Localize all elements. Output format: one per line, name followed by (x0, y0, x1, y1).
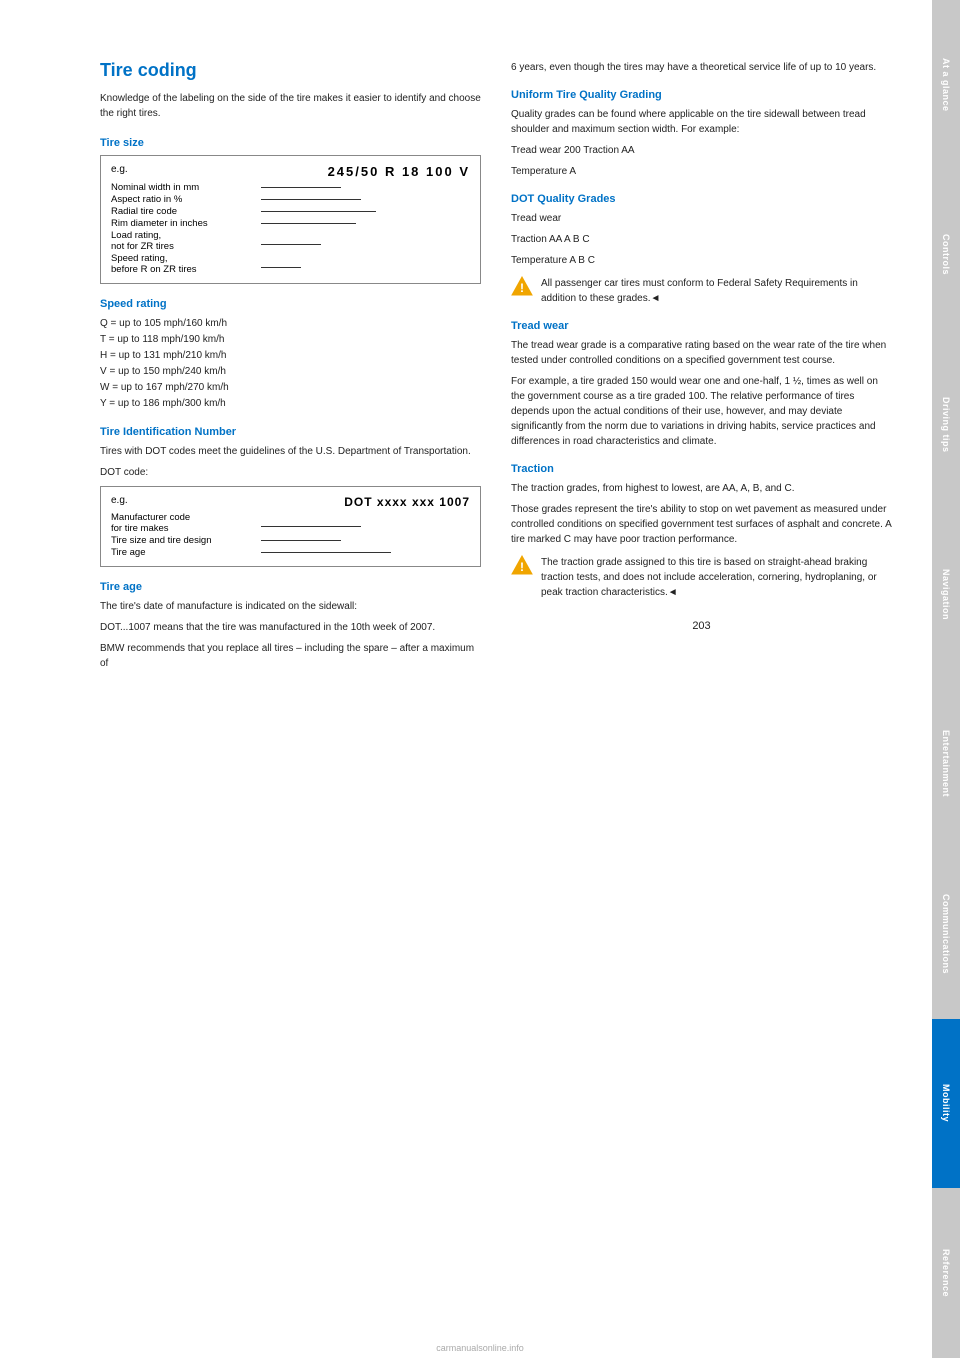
warning-icon-1: ! (511, 276, 533, 296)
dot-diagram: e.g. DOT xxxx xxx 1007 Manufacturer code… (100, 486, 481, 567)
uniform-example1: Tread wear 200 Traction AA (511, 143, 892, 158)
speed-row-h: H = up to 131 mph/210 km/h (100, 348, 481, 364)
speed-row-y: Y = up to 186 mph/300 km/h (100, 396, 481, 412)
ts-item-3: Radial tire code (111, 206, 470, 217)
ts-item-6: Speed rating,before R on ZR tires (111, 253, 470, 275)
dot-item-2: Tire size and tire design (111, 535, 470, 546)
watermark: carmanualsonline.info (436, 1343, 524, 1353)
sidebar-tab-at-a-glance[interactable]: At a glance (932, 0, 960, 170)
tire-age-text2: DOT...1007 means that the tire was manuf… (100, 620, 481, 635)
tread-wear-text1: The tread wear grade is a comparative ra… (511, 338, 892, 368)
ts-label-2: Aspect ratio in % (111, 194, 261, 205)
page-title: Tire coding (100, 60, 481, 81)
continuation-text: 6 years, even though the tires may have … (511, 60, 892, 75)
left-column: Tire coding Knowledge of the labeling on… (100, 60, 481, 1318)
ts-item-2: Aspect ratio in % (111, 194, 470, 205)
sidebar-tab-driving-tips[interactable]: Driving tips (932, 340, 960, 510)
tire-eg-value: 245/50 R 18 100 V (328, 164, 470, 179)
sidebar-tab-navigation[interactable]: Navigation (932, 509, 960, 679)
traction-text1: The traction grades, from highest to low… (511, 481, 892, 496)
dot-label-1: Manufacturer codefor tire makes (111, 512, 261, 534)
traction-heading: Traction (511, 463, 892, 475)
page-number: 203 (511, 620, 892, 642)
ts-label-6: Speed rating,before R on ZR tires (111, 253, 261, 275)
sidebar-tab-communications[interactable]: Communications (932, 849, 960, 1019)
dot-items: Manufacturer codefor tire makes Tire siz… (111, 512, 470, 558)
sidebar-tab-mobility[interactable]: Mobility (932, 1019, 960, 1189)
dot-quality-line3: Temperature A B C (511, 253, 892, 268)
speed-row-v: V = up to 150 mph/240 km/h (100, 364, 481, 380)
warning-box-1: ! All passenger car tires must conform t… (511, 276, 892, 306)
sidebar-tab-reference[interactable]: Reference (932, 1188, 960, 1358)
tire-size-diagram: e.g. 245/50 R 18 100 V Nominal width in … (100, 155, 481, 284)
uniform-grade-text: Quality grades can be found where applic… (511, 107, 892, 137)
ts-item-1: Nominal width in mm (111, 182, 470, 193)
ts-label-1: Nominal width in mm (111, 182, 261, 193)
ts-label-4: Rim diameter in inches (111, 218, 261, 229)
warning-box-2: ! The traction grade assigned to this ti… (511, 555, 892, 600)
svg-text:!: ! (520, 560, 524, 574)
tire-id-intro: Tires with DOT codes meet the guidelines… (100, 444, 481, 459)
sidebar: At a glance Controls Driving tips Naviga… (932, 0, 960, 1358)
dot-eg-value: DOT xxxx xxx 1007 (344, 495, 470, 509)
svg-text:!: ! (520, 281, 524, 295)
warning-icon-2: ! (511, 555, 533, 575)
ts-item-5: Load rating,not for ZR tires (111, 230, 470, 252)
dot-item-1: Manufacturer codefor tire makes (111, 512, 470, 534)
warning-text-1: All passenger car tires must conform to … (541, 276, 892, 306)
sidebar-tab-entertainment[interactable]: Entertainment (932, 679, 960, 849)
tire-size-items: Nominal width in mm Aspect ratio in % Ra… (111, 182, 470, 275)
speed-row-w: W = up to 167 mph/270 km/h (100, 380, 481, 396)
tire-age-heading: Tire age (100, 581, 481, 593)
dot-label-2: Tire size and tire design (111, 535, 261, 546)
uniform-grade-heading: Uniform Tire Quality Grading (511, 89, 892, 101)
dot-quality-line2: Traction AA A B C (511, 232, 892, 247)
intro-text: Knowledge of the labeling on the side of… (100, 91, 481, 121)
speed-row-q: Q = up to 105 mph/160 km/h (100, 316, 481, 332)
ts-item-4: Rim diameter in inches (111, 218, 470, 229)
sidebar-tab-controls[interactable]: Controls (932, 170, 960, 340)
tread-wear-heading: Tread wear (511, 320, 892, 332)
tire-size-heading: Tire size (100, 137, 481, 149)
tread-wear-text2: For example, a tire graded 150 would wea… (511, 374, 892, 449)
warning-text-2: The traction grade assigned to this tire… (541, 555, 892, 600)
speed-row-t: T = up to 118 mph/190 km/h (100, 332, 481, 348)
right-column: 6 years, even though the tires may have … (511, 60, 892, 1318)
dot-item-3: Tire age (111, 547, 470, 558)
tire-age-text1: The tire's date of manufacture is indica… (100, 599, 481, 614)
dot-eg-label: e.g. (111, 495, 128, 509)
uniform-example2: Temperature A (511, 164, 892, 179)
tire-eg-label: e.g. (111, 164, 128, 179)
dot-label-3: Tire age (111, 547, 261, 558)
traction-text2: Those grades represent the tire's abilit… (511, 502, 892, 547)
speed-rating-heading: Speed rating (100, 298, 481, 310)
dot-quality-line1: Tread wear (511, 211, 892, 226)
page-number-value: 203 (692, 620, 710, 632)
dot-quality-heading: DOT Quality Grades (511, 193, 892, 205)
tire-age-text3: BMW recommends that you replace all tire… (100, 641, 481, 671)
tire-id-heading: Tire Identification Number (100, 426, 481, 438)
speed-table: Q = up to 105 mph/160 km/h T = up to 118… (100, 316, 481, 412)
dot-label: DOT code: (100, 465, 481, 480)
ts-label-3: Radial tire code (111, 206, 261, 217)
ts-label-5: Load rating,not for ZR tires (111, 230, 261, 252)
